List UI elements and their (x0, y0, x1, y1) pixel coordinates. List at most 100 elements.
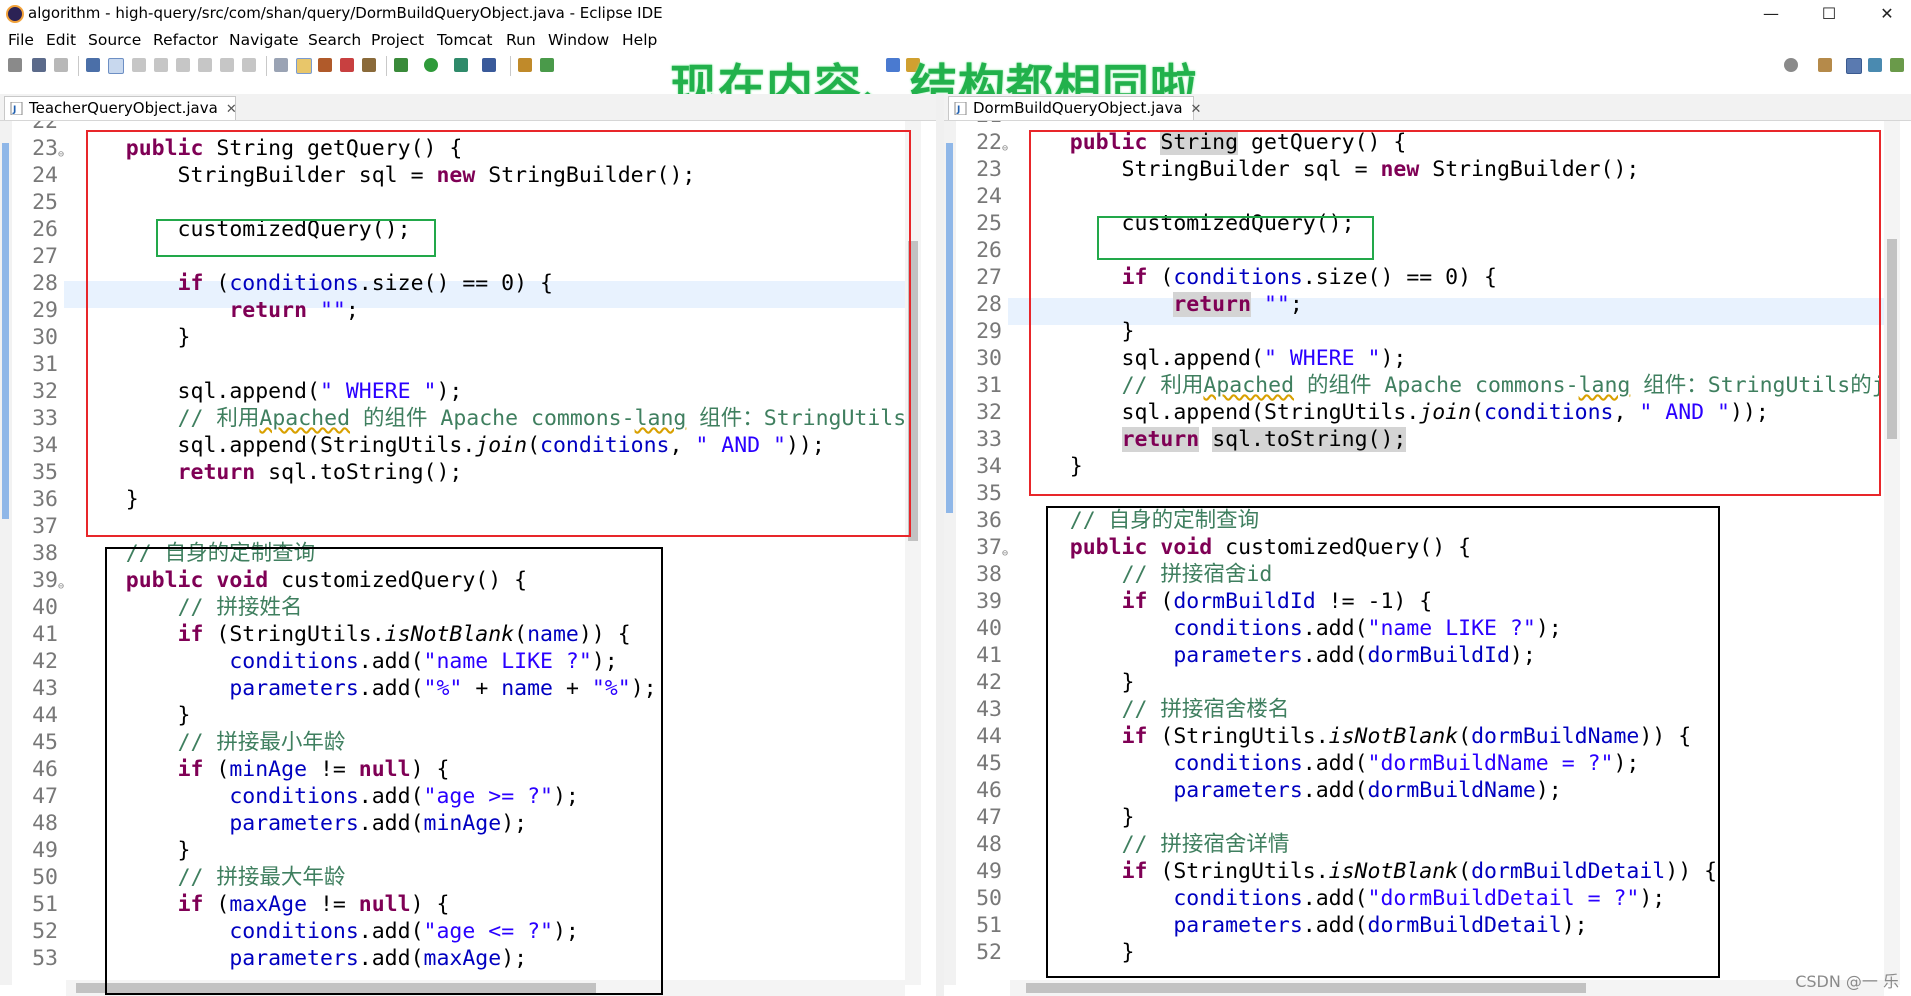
menu-run[interactable]: Run (506, 31, 536, 49)
svg-text:J: J (956, 105, 960, 115)
java-perspective-icon[interactable] (1868, 58, 1882, 72)
save-icon[interactable] (32, 58, 46, 72)
line-number: 40 (976, 616, 1002, 641)
line-number: 35 (32, 460, 58, 485)
maximize-button[interactable]: ☐ (1806, 2, 1852, 26)
tab-label: DormBuildQueryObject.java (973, 99, 1183, 117)
window-title: algorithm - high-query/src/com/shan/quer… (28, 4, 663, 22)
line-number: 44 (32, 703, 58, 728)
line-number: 28 (976, 292, 1002, 317)
menu-navigate[interactable]: Navigate (229, 31, 299, 49)
new-icon[interactable] (8, 58, 22, 72)
line-number: 48 (32, 811, 58, 836)
close-tab-icon[interactable]: ✕ (226, 102, 237, 117)
close-button[interactable]: ✕ (1864, 2, 1910, 26)
scrollbar-thumb[interactable] (1887, 239, 1897, 439)
suspend-icon[interactable] (154, 58, 168, 72)
java-ee-perspective-icon[interactable] (1846, 58, 1862, 74)
line-number: 51 (976, 913, 1002, 938)
save-all-icon[interactable] (54, 58, 68, 72)
line-number: 31 (32, 352, 58, 377)
line-number: 24 (976, 184, 1002, 209)
external-tools-icon[interactable] (482, 58, 496, 72)
line-number: 52 (32, 919, 58, 944)
line-number: 39 (32, 568, 58, 593)
code-line[interactable]: 21 (944, 121, 1884, 129)
close-tab-icon[interactable]: ✕ (1191, 102, 1202, 117)
line-number: 25 (32, 190, 58, 215)
line-number: 28 (32, 271, 58, 296)
line-number: 42 (976, 670, 1002, 695)
line-number: 44 (976, 724, 1002, 749)
line-number: 33 (976, 427, 1002, 452)
resume-icon[interactable] (132, 58, 146, 72)
menu-tomcat[interactable]: Tomcat (437, 31, 493, 49)
editor-divider[interactable] (936, 94, 944, 996)
terminate-icon[interactable] (176, 58, 190, 72)
menu-source[interactable]: Source (88, 31, 141, 49)
menu-search[interactable]: Search (308, 31, 361, 49)
mark-occurrences-icon[interactable] (296, 58, 312, 74)
left-tab-bar: J TeacherQueryObject.java ✕ (0, 94, 936, 121)
line-number: 39 (976, 589, 1002, 614)
svg-text:J: J (12, 105, 16, 115)
eclipse-icon (6, 5, 24, 23)
minimize-button[interactable]: — (1748, 2, 1794, 26)
watermark: CSDN @一 乐 (1795, 972, 1899, 991)
line-number: 35 (976, 481, 1002, 506)
step-into-icon[interactable] (220, 58, 234, 72)
line-number: 50 (976, 886, 1002, 911)
line-number: 21 (958, 121, 1002, 129)
line-number: 37 (976, 535, 1002, 560)
line-number: 36 (976, 508, 1002, 533)
scrollbar-thumb[interactable] (1026, 983, 1586, 993)
tomcat-stop-icon[interactable] (340, 58, 354, 72)
line-number: 26 (976, 238, 1002, 263)
tab-teacher-query-object[interactable]: J TeacherQueryObject.java ✕ (4, 96, 237, 120)
terminal-icon[interactable] (86, 58, 100, 72)
tomcat-start-icon[interactable] (318, 58, 332, 72)
right-vertical-scrollbar[interactable] (1884, 121, 1900, 985)
line-number: 23 (976, 157, 1002, 182)
right-tab-bar: J DormBuildQueryObject.java ✕ (944, 94, 1911, 121)
title-bar: algorithm - high-query/src/com/shan/quer… (0, 0, 1911, 28)
menu-edit[interactable]: Edit (46, 31, 76, 49)
debug-perspective-icon[interactable] (1890, 58, 1904, 72)
coverage-icon[interactable] (454, 58, 468, 72)
menu-project[interactable]: Project (371, 31, 424, 49)
line-number: 29 (976, 319, 1002, 344)
line-number: 26 (32, 217, 58, 242)
java-file-icon: J (10, 102, 23, 115)
search-icon[interactable] (1784, 58, 1798, 72)
line-number: 45 (32, 730, 58, 755)
black-highlight-box (1046, 506, 1720, 978)
tomcat-restart-icon[interactable] (362, 58, 376, 72)
java-file-icon: J (954, 102, 967, 115)
line-number: 22 (32, 121, 58, 134)
step-over-icon[interactable] (242, 58, 256, 72)
red-highlight-box (1029, 130, 1881, 496)
line-number: 53 (32, 946, 58, 971)
disconnect-icon[interactable] (198, 58, 212, 72)
toggle-icon[interactable] (108, 58, 124, 74)
menu-window[interactable]: Window (548, 31, 609, 49)
line-number: 47 (32, 784, 58, 809)
line-number: 52 (976, 940, 1002, 965)
menu-file[interactable]: File (8, 31, 34, 49)
new-package-icon[interactable] (540, 58, 554, 72)
debug-icon[interactable] (394, 58, 408, 72)
line-number: 47 (976, 805, 1002, 830)
right-horizontal-scrollbar[interactable] (1010, 980, 1884, 996)
line-number: 25 (976, 211, 1002, 236)
menu-refactor[interactable]: Refactor (153, 31, 218, 49)
line-number: 41 (976, 643, 1002, 668)
open-perspective-icon[interactable] (1818, 58, 1832, 72)
menu-help[interactable]: Help (622, 31, 657, 49)
run-icon[interactable] (424, 58, 438, 72)
outline-icon[interactable] (274, 58, 288, 72)
line-number: 34 (32, 433, 58, 458)
tab-dorm-build-query-object[interactable]: J DormBuildQueryObject.java ✕ (948, 96, 1201, 120)
new-class-icon[interactable] (518, 58, 532, 72)
line-number: 29 (32, 298, 58, 323)
line-number: 48 (976, 832, 1002, 857)
